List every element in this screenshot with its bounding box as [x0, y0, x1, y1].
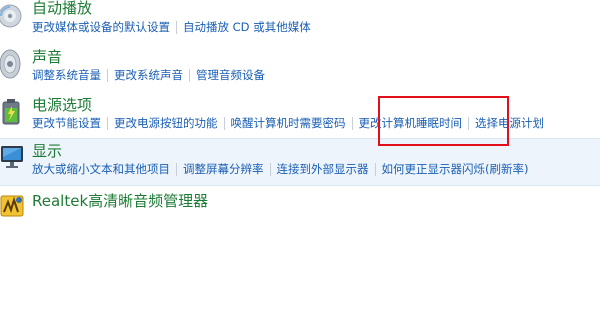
link-separator: [107, 68, 108, 82]
link-separator: [189, 68, 190, 82]
link-change-system-sounds[interactable]: 更改系统声音: [114, 67, 183, 83]
link-separator: [176, 162, 177, 176]
link-adjust-volume[interactable]: 调整系统音量: [32, 67, 101, 83]
link-separator: [223, 116, 225, 130]
highlight-box: [378, 96, 509, 146]
category-autoplay: 自动播放 更改媒体或设备的默认设置 自动播放 CD 或其他媒体: [0, 0, 600, 44]
speaker-icon: [0, 47, 26, 81]
category-display: 显示 放大或缩小文本和其他项目 调整屏幕分辨率 连接到外部显示器 如何更正显示器…: [0, 138, 600, 186]
link-change-text-size[interactable]: 放大或缩小文本和其他项目: [32, 161, 170, 177]
link-require-password-on-wake[interactable]: 唤醒计算机时需要密码: [231, 115, 346, 131]
link-adjust-resolution[interactable]: 调整屏幕分辨率: [183, 161, 264, 177]
link-autoplay-cd[interactable]: 自动播放 CD 或其他媒体: [183, 19, 311, 35]
link-manage-audio-devices[interactable]: 管理音频设备: [196, 67, 265, 83]
category-title-power-options[interactable]: 电源选项: [32, 94, 92, 115]
category-power-options: 电源选项 更改节能设置 更改电源按钮的功能 唤醒计算机时需要密码 更改计算机睡眠…: [0, 92, 600, 138]
category-realtek-audio: Realtek高清晰音频管理器: [0, 186, 600, 222]
sound-links: 调整系统音量 更改系统声音 管理音频设备: [32, 66, 265, 84]
category-title-sound[interactable]: 声音: [32, 46, 62, 67]
link-change-power-saving[interactable]: 更改节能设置: [32, 115, 101, 131]
category-title-display[interactable]: 显示: [32, 140, 62, 161]
link-connect-external-display[interactable]: 连接到外部显示器: [277, 161, 369, 177]
autoplay-links: 更改媒体或设备的默认设置 自动播放 CD 或其他媒体: [32, 18, 311, 36]
autoplay-disc-icon: [0, 2, 26, 36]
display-links: 放大或缩小文本和其他项目 调整屏幕分辨率 连接到外部显示器 如何更正显示器闪烁(…: [32, 160, 528, 178]
link-separator: [351, 116, 353, 130]
link-separator: [176, 20, 177, 34]
link-separator: [374, 162, 376, 176]
category-title-realtek-audio[interactable]: Realtek高清晰音频管理器: [32, 190, 208, 211]
monitor-icon: [0, 143, 26, 177]
link-separator: [269, 162, 271, 176]
realtek-audio-icon: [0, 192, 26, 220]
link-fix-monitor-flicker[interactable]: 如何更正显示器闪烁(刷新率): [382, 161, 529, 177]
link-separator: [107, 116, 108, 130]
control-panel-hardware-and-sound: 自动播放 更改媒体或设备的默认设置 自动播放 CD 或其他媒体 声音 调整系统音…: [0, 0, 600, 333]
link-power-button-function[interactable]: 更改电源按钮的功能: [114, 115, 218, 131]
battery-icon: [0, 94, 26, 128]
category-sound: 声音 调整系统音量 更改系统声音 管理音频设备: [0, 44, 600, 92]
link-change-media-defaults[interactable]: 更改媒体或设备的默认设置: [32, 19, 170, 35]
category-title-autoplay[interactable]: 自动播放: [32, 0, 92, 18]
